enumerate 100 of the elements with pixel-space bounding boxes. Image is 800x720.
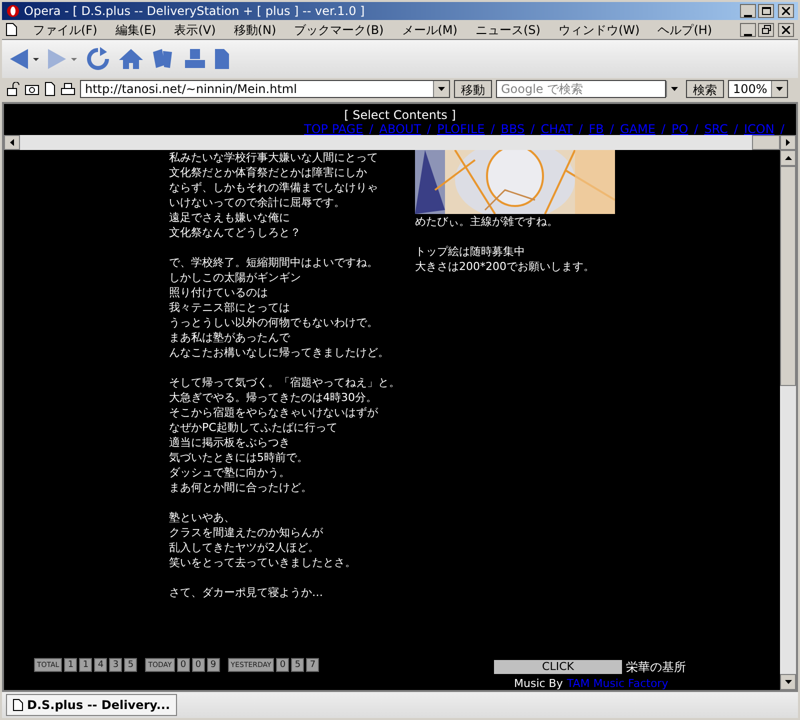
diary-line: 塾といやあ、 bbox=[169, 510, 235, 525]
counter-digit: 7 bbox=[306, 658, 320, 672]
restore-button[interactable] bbox=[758, 22, 774, 36]
menu-item[interactable]: メール(M) bbox=[402, 20, 458, 38]
diary-line: うっとうしい以外の何物でもないわけで。 bbox=[169, 315, 378, 330]
counter-digit: 1 bbox=[64, 658, 78, 672]
dropdown-button[interactable] bbox=[433, 81, 449, 97]
section-heading: [ Select Contents ] bbox=[344, 108, 456, 123]
diary-line: ダッシュで塾に向かう。 bbox=[169, 465, 290, 480]
menu-item[interactable]: ニュース(S) bbox=[475, 20, 540, 38]
menu-item[interactable]: ファイル(F) bbox=[33, 20, 98, 38]
right-arrow-icon bbox=[786, 139, 790, 146]
close-icon bbox=[782, 26, 790, 34]
diary-line: んなこたお構いなしに帰ってきましたけど。 bbox=[169, 345, 389, 360]
counter-digit: 9 bbox=[206, 658, 220, 672]
zoom-field[interactable]: 100% bbox=[728, 80, 788, 98]
scroll-up-button[interactable] bbox=[780, 150, 796, 166]
diary-line: 笑いをとって去っていきましたとさ。 bbox=[169, 555, 356, 570]
menu-item[interactable]: ヘルプ(H) bbox=[658, 20, 712, 38]
diary-line: なぜかPC起動してふたばに行って bbox=[169, 420, 338, 435]
dropdown-button[interactable] bbox=[771, 81, 787, 97]
link-separator: / bbox=[578, 123, 584, 135]
left-arrow-icon bbox=[10, 139, 14, 146]
diary-line: 大急ぎでやる。帰ってきたのは4時30分。 bbox=[169, 390, 377, 405]
diary-line: 文化祭なんてどうしろと？ bbox=[169, 225, 301, 240]
note-line: 大きさは200*200でお願いします。 bbox=[415, 259, 596, 274]
link-separator: / bbox=[368, 123, 374, 135]
counter-digit: 0 bbox=[276, 658, 290, 672]
counter-digit: 4 bbox=[94, 658, 108, 672]
menu-item[interactable]: ウィンドウ(W) bbox=[558, 20, 640, 38]
diary-line: ならず、しかもそれの準備までしなけりゃ bbox=[169, 180, 378, 195]
link-separator: / bbox=[530, 123, 536, 135]
search-field[interactable]: Google で検索 bbox=[496, 80, 666, 98]
diary-line: 気づいたときには5時前で。 bbox=[169, 450, 308, 465]
note-line: トップ絵は随時募集中 bbox=[415, 244, 526, 259]
search-button[interactable]: 検索 bbox=[686, 80, 724, 98]
menu-item[interactable]: 表示(V) bbox=[174, 20, 216, 38]
page-icon bbox=[6, 23, 17, 36]
diary-line: しかしこの太陽がギンギン bbox=[169, 270, 301, 285]
caret-icon bbox=[438, 87, 445, 91]
scroll-thumb[interactable] bbox=[752, 135, 780, 150]
click-button[interactable]: CLICK bbox=[494, 660, 622, 674]
camera-icon[interactable] bbox=[24, 82, 40, 96]
menu-item[interactable]: ブックマーク(B) bbox=[294, 20, 384, 38]
close-icon bbox=[782, 7, 790, 15]
diary-line: 文化祭だとか体育祭だとかは障害にしか bbox=[169, 165, 367, 180]
address-field[interactable]: http://tanosi.net/~ninnin/Mein.html bbox=[80, 80, 450, 98]
opera-logo-icon bbox=[6, 4, 20, 18]
lock-icon[interactable] bbox=[6, 82, 20, 96]
counter-digit: 3 bbox=[109, 658, 122, 672]
link-separator: / bbox=[490, 123, 496, 135]
document-icon[interactable] bbox=[214, 48, 230, 70]
diary-line: まあ私は塾があったんで bbox=[169, 330, 290, 345]
diary-line: まあ何とか間に合ったけど。 bbox=[169, 480, 312, 495]
link-separator: / bbox=[426, 123, 432, 135]
minimize-icon bbox=[744, 14, 752, 17]
caret-icon bbox=[671, 87, 678, 91]
minimize-button[interactable] bbox=[740, 4, 756, 18]
page-tab[interactable]: D.S.plus -- Delivery... bbox=[6, 694, 178, 716]
counter-digit: 0 bbox=[176, 658, 190, 672]
horizontal-scrollbar[interactable] bbox=[4, 135, 796, 150]
diary-line: そして帰って気づく。「宿題やってねえ」と。 bbox=[169, 375, 400, 390]
diary-line: そこから宿題をやらなきゃいけないはずが bbox=[169, 405, 378, 420]
go-button[interactable]: 移動 bbox=[454, 80, 492, 98]
scroll-thumb[interactable] bbox=[780, 166, 796, 386]
link-separator: / bbox=[779, 123, 786, 135]
page-icon bbox=[13, 699, 23, 711]
close-button[interactable] bbox=[778, 22, 794, 36]
back-arrow-icon[interactable] bbox=[10, 48, 40, 70]
close-button[interactable] bbox=[778, 4, 794, 18]
link-separator: / bbox=[732, 123, 739, 135]
menu-item[interactable]: 移動(N) bbox=[234, 20, 276, 38]
scroll-right-button[interactable] bbox=[780, 135, 796, 150]
home-icon[interactable] bbox=[118, 48, 144, 70]
scroll-left-button[interactable] bbox=[4, 135, 20, 150]
counter-digit: 5 bbox=[291, 658, 304, 672]
diary-line: 適当に掲示板をぶらつき bbox=[169, 435, 290, 450]
diary-line: 我々テニス部にとっては bbox=[169, 300, 290, 315]
down-arrow-icon bbox=[784, 680, 792, 684]
minimize-button[interactable] bbox=[740, 22, 756, 36]
counter-digit: 1 bbox=[79, 658, 92, 672]
diary-line: 遠足でさえも嫌いな俺に bbox=[169, 210, 290, 225]
link-separator: / bbox=[693, 123, 700, 135]
menu-item[interactable]: 編集(E) bbox=[115, 20, 156, 38]
scroll-down-button[interactable] bbox=[780, 674, 796, 690]
reload-icon[interactable] bbox=[86, 47, 110, 71]
link-separator: / bbox=[608, 123, 615, 135]
restore-icon bbox=[762, 25, 770, 34]
diary-line: で、学校終了。短縮期間中はよいですね。 bbox=[169, 255, 378, 270]
vertical-scrollbar[interactable] bbox=[780, 150, 796, 690]
minimize-icon bbox=[744, 32, 752, 36]
maximize-button[interactable] bbox=[758, 4, 774, 18]
music-credit: Music By bbox=[514, 676, 563, 692]
print-icon[interactable] bbox=[184, 48, 206, 70]
counter-digit: 5 bbox=[124, 658, 138, 672]
up-arrow-icon bbox=[784, 156, 792, 160]
page-icon[interactable] bbox=[44, 82, 56, 96]
diary-line: 乱入してきたヤツが2人ほど。 bbox=[169, 540, 319, 555]
maximize-icon bbox=[762, 7, 770, 15]
printer-icon[interactable] bbox=[60, 82, 76, 96]
